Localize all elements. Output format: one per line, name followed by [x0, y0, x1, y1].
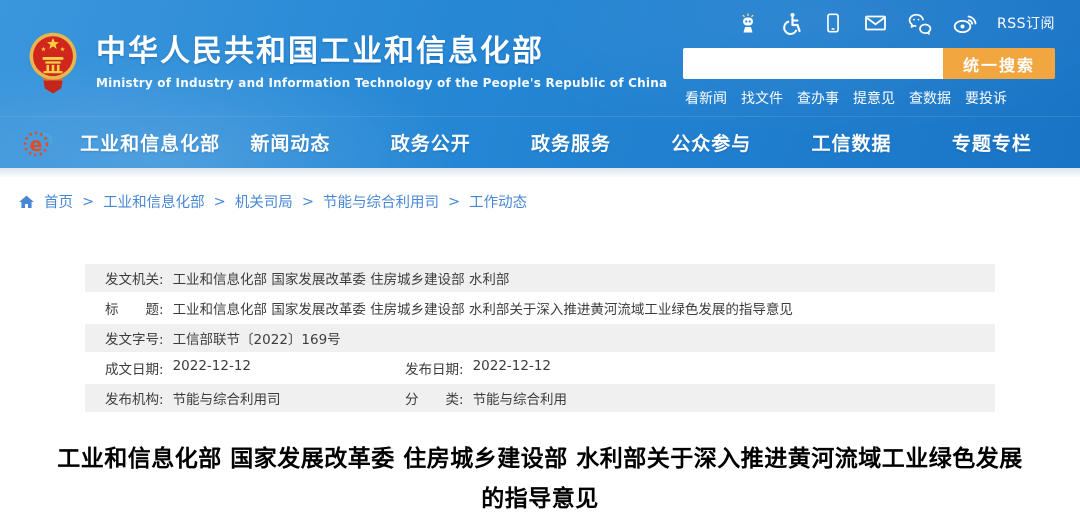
- nav-item-miit-data[interactable]: 工信数据: [781, 129, 921, 156]
- topbar-icons: RSS订阅: [675, 9, 1055, 37]
- weibo-icon[interactable]: [952, 11, 978, 35]
- mail-icon[interactable]: [863, 11, 888, 35]
- field-label: 发文字号:: [105, 328, 164, 348]
- site-title: 中华人民共和国工业和信息化部: [96, 34, 667, 70]
- search-input[interactable]: [683, 48, 943, 79]
- assistant-icon[interactable]: [736, 11, 760, 35]
- unified-search-button[interactable]: 统一搜索: [943, 48, 1055, 79]
- breadcrumb-miit[interactable]: 工业和信息化部: [103, 191, 205, 212]
- breadcrumb: 首页 > 工业和信息化部 > 机关司局 > 节能与综合利用司 > 工作动态: [0, 177, 1080, 224]
- table-cell: 成文日期: 2022-12-12: [105, 358, 405, 378]
- quick-link-services[interactable]: 查办事: [797, 88, 839, 108]
- miit-logo-icon[interactable]: e: [18, 123, 80, 163]
- breadcrumb-separator: >: [448, 194, 460, 210]
- table-cell: 发文机关: 工业和信息化部 国家发展改革委 住房城乡建设部 水利部: [105, 268, 509, 288]
- field-label: 成文日期:: [105, 358, 164, 378]
- field-label: 发布日期:: [405, 358, 464, 378]
- quick-link-feedback[interactable]: 提意见: [853, 88, 895, 108]
- quick-links: 看新闻 找文件 查办事 提意见 查数据 要投诉: [675, 88, 1055, 108]
- field-value: 2022-12-12: [173, 358, 251, 378]
- field-value: 工业和信息化部 国家发展改革委 住房城乡建设部 水利部: [173, 268, 510, 288]
- quick-link-documents[interactable]: 找文件: [741, 88, 783, 108]
- table-cell: 分 类: 节能与综合利用: [405, 388, 567, 408]
- brand-home-link[interactable]: 中华人民共和国工业和信息化部 Ministry of Industry and …: [25, 31, 667, 116]
- national-emblem-icon: [25, 31, 81, 97]
- svg-text:e: e: [30, 134, 43, 156]
- home-icon[interactable]: [18, 194, 35, 210]
- nav-item-public-participation[interactable]: 公众参与: [641, 129, 781, 156]
- field-value: 节能与综合利用: [473, 388, 568, 408]
- field-label: 发布机构:: [105, 388, 164, 408]
- breadcrumb-separator: >: [302, 194, 314, 210]
- header-bottom-strip: [0, 168, 1080, 177]
- table-cell: 发布日期: 2022-12-12: [405, 358, 551, 378]
- breadcrumb-separator: >: [82, 194, 94, 210]
- field-value: 2022-12-12: [473, 358, 551, 378]
- site-header: 中华人民共和国工业和信息化部 Ministry of Industry and …: [0, 0, 1080, 168]
- quick-link-data[interactable]: 查数据: [909, 88, 951, 108]
- nav-item-gov-services[interactable]: 政务服务: [501, 129, 641, 156]
- breadcrumb-separator: >: [214, 194, 226, 210]
- table-row-dates: 成文日期: 2022-12-12 发布日期: 2022-12-12: [85, 354, 995, 382]
- breadcrumb-work-updates: 工作动态: [469, 191, 527, 212]
- breadcrumb-energy-dept[interactable]: 节能与综合利用司: [323, 191, 439, 212]
- header-top: 中华人民共和国工业和信息化部 Ministry of Industry and …: [0, 0, 1080, 116]
- table-cell: 发文字号: 工信部联节〔2022〕169号: [105, 328, 341, 348]
- main-nav: e 工业和信息化部 新闻动态 政务公开 政务服务 公众参与 工信数据 专题专栏: [0, 116, 1080, 168]
- nav-item-news[interactable]: 新闻动态: [220, 129, 360, 156]
- accessibility-icon[interactable]: [779, 11, 803, 35]
- article-title: 工业和信息化部 国家发展改革委 住房城乡建设部 水利部关于深入推进黄河流域工业绿…: [55, 439, 1025, 516]
- field-value: 工业和信息化部 国家发展改革委 住房城乡建设部 水利部关于深入推进黄河流域工业绿…: [173, 298, 793, 318]
- field-label: 标 题:: [105, 298, 164, 318]
- table-row-issuing-agency: 发文机关: 工业和信息化部 国家发展改革委 住房城乡建设部 水利部: [85, 264, 995, 292]
- nav-item-special-topics[interactable]: 专题专栏: [922, 129, 1062, 156]
- header-right: RSS订阅 统一搜索 看新闻 找文件 查办事 提意见 查数据 要投诉: [675, 9, 1055, 116]
- nav-item-miit[interactable]: 工业和信息化部: [80, 129, 220, 156]
- field-value: 节能与综合利用司: [173, 388, 281, 408]
- table-cell: 发布机构: 节能与综合利用司: [105, 388, 405, 408]
- breadcrumb-home[interactable]: 首页: [44, 191, 73, 212]
- mobile-icon[interactable]: [822, 11, 844, 35]
- field-label: 分 类:: [405, 388, 464, 408]
- main-content: 发文机关: 工业和信息化部 国家发展改革委 住房城乡建设部 水利部 标 题: 工…: [0, 264, 1080, 516]
- search-box: 统一搜索: [683, 48, 1055, 79]
- table-row-publisher-category: 发布机构: 节能与综合利用司 分 类: 节能与综合利用: [85, 384, 995, 412]
- brand-text: 中华人民共和国工业和信息化部 Ministry of Industry and …: [96, 31, 667, 90]
- site-subtitle: Ministry of Industry and Information Tec…: [96, 76, 667, 90]
- table-row-document-number: 发文字号: 工信部联节〔2022〕169号: [85, 324, 995, 352]
- quick-link-news[interactable]: 看新闻: [685, 88, 727, 108]
- document-info-table: 发文机关: 工业和信息化部 国家发展改革委 住房城乡建设部 水利部 标 题: 工…: [85, 264, 995, 412]
- table-cell: 标 题: 工业和信息化部 国家发展改革委 住房城乡建设部 水利部关于深入推进黄河…: [105, 298, 793, 318]
- breadcrumb-departments[interactable]: 机关司局: [235, 191, 293, 212]
- field-label: 发文机关:: [105, 268, 164, 288]
- table-row-title: 标 题: 工业和信息化部 国家发展改革委 住房城乡建设部 水利部关于深入推进黄河…: [85, 294, 995, 322]
- quick-link-complaint[interactable]: 要投诉: [965, 88, 1007, 108]
- wechat-icon[interactable]: [907, 11, 933, 35]
- rss-subscribe-link[interactable]: RSS订阅: [997, 13, 1055, 33]
- nav-item-gov-disclosure[interactable]: 政务公开: [361, 129, 501, 156]
- field-value: 工信部联节〔2022〕169号: [173, 328, 341, 348]
